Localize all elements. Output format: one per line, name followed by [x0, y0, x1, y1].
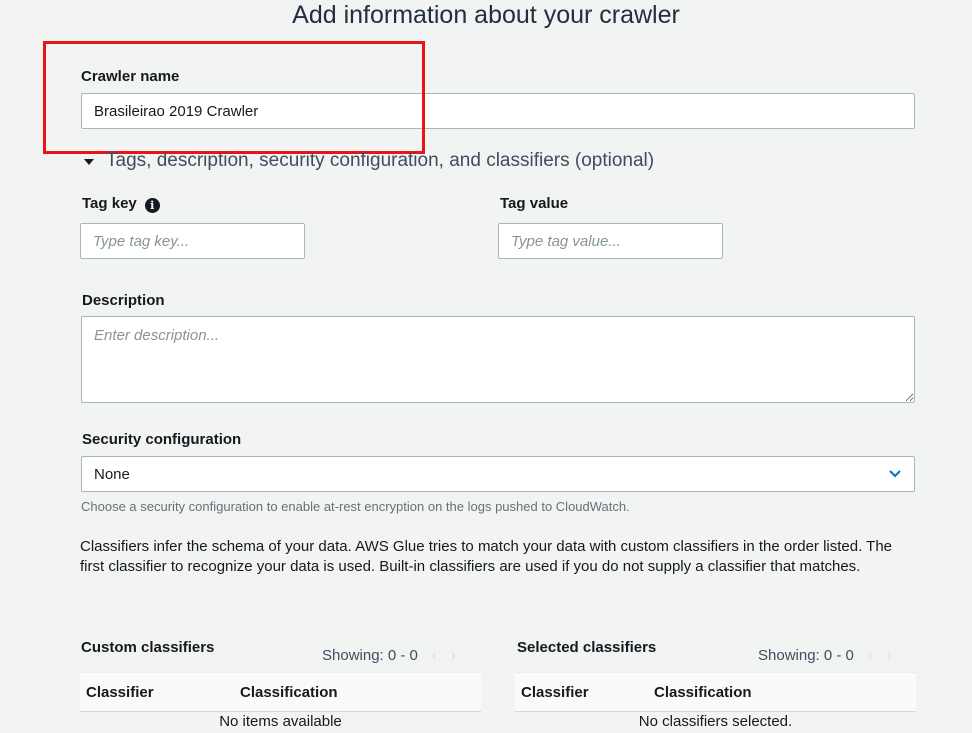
- description-textarea[interactable]: [81, 316, 915, 403]
- optional-section-toggle[interactable]: Tags, description, security configuratio…: [84, 150, 654, 172]
- security-config-hint: Choose a security configuration to enabl…: [81, 499, 630, 514]
- classifiers-description: Classifiers infer the schema of your dat…: [80, 538, 893, 575]
- selected-classifiers-title: Selected classifiers: [517, 639, 657, 656]
- tag-value-label: Tag value: [500, 195, 569, 212]
- prev-page-icon[interactable]: ‹: [868, 647, 873, 664]
- security-config-label: Security configuration: [82, 431, 242, 448]
- selected-classifiers-empty: No classifiers selected.: [638, 713, 793, 730]
- caret-down-icon: [84, 158, 94, 165]
- custom-classifiers-header: Classifier Classification: [80, 672, 481, 712]
- optional-section-label: Tags, description, security configuratio…: [106, 150, 655, 171]
- tag-value-input[interactable]: [498, 223, 723, 259]
- description-label: Description: [82, 292, 165, 309]
- info-icon[interactable]: i: [144, 198, 160, 213]
- security-config-select[interactable]: None: [81, 456, 915, 492]
- tag-key-input[interactable]: [80, 223, 305, 259]
- column-classifier[interactable]: Classifier: [86, 684, 154, 701]
- selected-classifiers-showing: Showing: 0 - 0: [758, 647, 854, 664]
- column-classification[interactable]: Classification: [654, 684, 752, 701]
- prev-page-icon[interactable]: ‹: [432, 647, 437, 664]
- column-classifier[interactable]: Classifier: [521, 684, 589, 701]
- selected-classifiers-header: Classifier Classification: [515, 672, 916, 712]
- custom-classifiers-empty: No items available: [219, 713, 342, 730]
- security-config-value: None: [94, 465, 130, 483]
- highlight-box: [43, 41, 425, 154]
- chevron-down-icon: [889, 470, 901, 478]
- next-page-icon[interactable]: ›: [451, 647, 456, 664]
- selected-classifiers-pagination: Showing: 0 - 0 ‹ ›: [758, 647, 892, 664]
- tag-key-label: Tag key i: [82, 195, 160, 213]
- custom-classifiers-pagination: Showing: 0 - 0 ‹ ›: [322, 647, 456, 664]
- page-title: Add information about your crawler: [292, 1, 680, 29]
- custom-classifiers-showing: Showing: 0 - 0: [322, 647, 418, 664]
- custom-classifiers-title: Custom classifiers: [81, 639, 215, 656]
- crawler-info-page: Add information about your crawler Crawl…: [0, 0, 972, 733]
- next-page-icon[interactable]: ›: [887, 647, 892, 664]
- column-classification[interactable]: Classification: [240, 684, 338, 701]
